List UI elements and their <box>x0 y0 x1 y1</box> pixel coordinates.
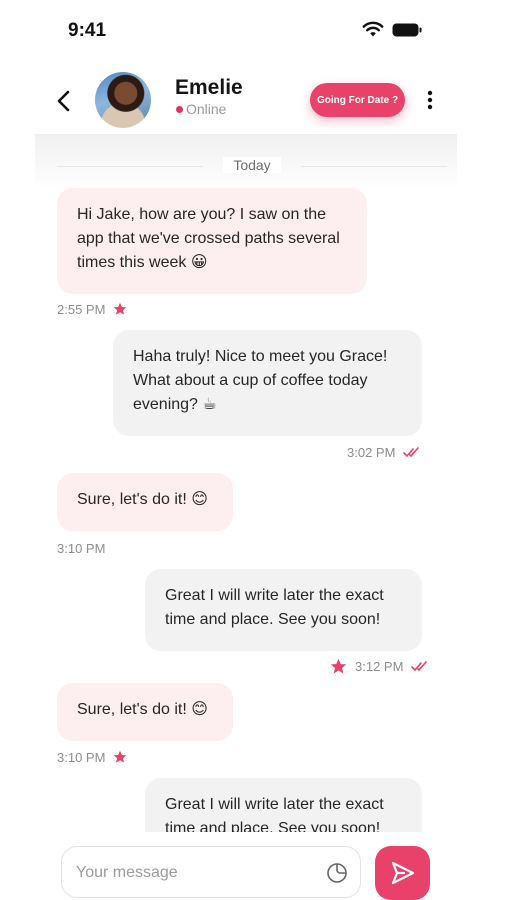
message-bubble-outgoing[interactable]: Haha truly! Nice to meet you Grace! What… <box>113 330 422 436</box>
send-icon <box>391 861 414 885</box>
message-composer <box>0 832 507 900</box>
message-bubble-outgoing[interactable]: Great I will write later the exact time … <box>145 569 422 651</box>
message-time: 3:10 PM <box>57 540 106 556</box>
send-button[interactable] <box>375 846 430 900</box>
double-check-icon <box>411 661 428 671</box>
message-time: 2:55 PM <box>57 301 106 317</box>
message-time: 3:12 PM <box>355 658 404 674</box>
message-input[interactable] <box>76 861 306 885</box>
wifi-icon <box>362 21 384 37</box>
star-icon <box>114 750 127 763</box>
status-time: 9:41 <box>68 20 107 41</box>
going-for-date-button[interactable]: Going For Date ? <box>310 83 405 117</box>
star-icon <box>114 302 127 315</box>
chat-header: Emelie Online Going For Date ? <box>35 60 457 142</box>
star-icon <box>330 658 347 674</box>
message-list[interactable]: Today Hi Jake, how are you? I saw on the… <box>0 142 507 832</box>
message-meta: 3:12 PM <box>330 657 429 675</box>
back-arrow-icon[interactable] <box>53 88 75 114</box>
message-field[interactable] <box>61 846 361 898</box>
message-bubble-incoming[interactable]: Hi Jake, how are you? I saw on the app t… <box>57 188 367 294</box>
status-bar: 9:41 <box>0 0 507 60</box>
sticker-icon[interactable] <box>326 862 348 884</box>
date-separator: Today <box>57 156 447 176</box>
message-time: 3:10 PM <box>57 749 106 765</box>
message-time: 3:02 PM <box>347 444 396 460</box>
battery-icon <box>392 23 422 37</box>
online-status-dot <box>176 106 183 113</box>
message-meta: 3:02 PM <box>347 443 421 461</box>
more-vertical-icon[interactable] <box>423 88 437 112</box>
online-status-text: Online <box>186 101 227 117</box>
date-separator-label: Today <box>223 157 281 173</box>
double-check-icon <box>403 447 420 457</box>
message-bubble-incoming[interactable]: Sure, let's do it! 😊 <box>57 473 233 531</box>
avatar[interactable] <box>95 72 151 128</box>
message-bubble-outgoing[interactable]: Great I will write later the exact time … <box>145 778 422 832</box>
contact-name: Emelie <box>175 76 243 99</box>
message-bubble-incoming[interactable]: Sure, let's do it! 😊 <box>57 683 233 741</box>
message-meta: 3:10 PM <box>57 748 127 766</box>
message-meta: 3:10 PM <box>57 539 105 557</box>
message-meta: 2:55 PM <box>57 300 127 318</box>
